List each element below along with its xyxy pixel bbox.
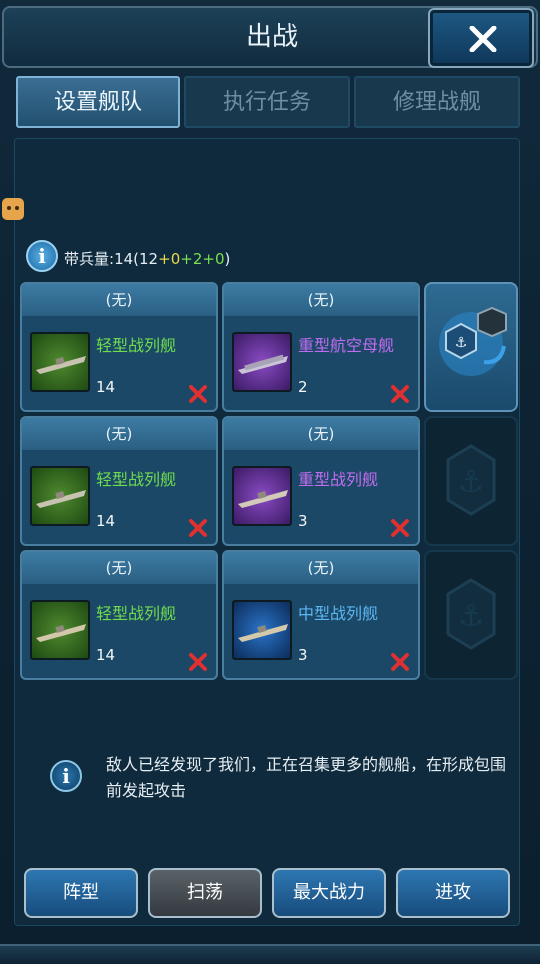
tab-repair-ships[interactable]: 修理战舰 xyxy=(354,76,520,128)
slot-commander: (无) xyxy=(224,284,418,316)
fleet-slot-4[interactable]: (无) 重型战列舰 3 xyxy=(222,416,420,546)
fleet-slot-1[interactable]: (无) 轻型战列舰 14 xyxy=(20,282,218,412)
svg-text:⚓: ⚓ xyxy=(458,465,485,500)
svg-text:⚓: ⚓ xyxy=(455,335,468,351)
sweep-button[interactable]: 扫荡 xyxy=(148,868,262,918)
bottom-border xyxy=(0,944,540,964)
troop-bonus-2: 2 xyxy=(192,250,203,268)
ship-name: 轻型战列舰 xyxy=(96,336,177,355)
battleship-icon xyxy=(238,490,288,508)
remove-icon[interactable] xyxy=(390,652,410,672)
troop-plus-1: + xyxy=(158,250,171,268)
ship-thumbnail xyxy=(30,332,90,392)
troop-close-paren: ) xyxy=(224,250,231,268)
troop-plus-3: + xyxy=(202,250,215,268)
remove-icon[interactable] xyxy=(188,518,208,538)
formation-button[interactable]: 阵型 xyxy=(24,868,138,918)
ship-thumbnail xyxy=(30,600,90,660)
tab-execute-mission[interactable]: 执行任务 xyxy=(184,76,350,128)
troop-info-icon[interactable]: i xyxy=(26,240,58,272)
ship-count: 14 xyxy=(96,378,116,396)
close-icon xyxy=(469,26,497,52)
ship-name: 中型战列舰 xyxy=(298,604,379,623)
battleship-icon xyxy=(36,624,86,642)
tab-setup-fleet[interactable]: 设置舰队 xyxy=(16,76,180,128)
slot-commander: (无) xyxy=(22,552,216,584)
close-button[interactable] xyxy=(428,8,534,68)
fleet-slot-3[interactable]: (无) 轻型战列舰 14 xyxy=(20,416,218,546)
troop-plus-2: + xyxy=(180,250,193,268)
fleet-slot-5[interactable]: (无) 轻型战列舰 14 xyxy=(20,550,218,680)
slot-commander: (无) xyxy=(22,284,216,316)
ship-count: 2 xyxy=(298,378,308,396)
remove-icon[interactable] xyxy=(188,652,208,672)
attack-button[interactable]: 进攻 xyxy=(396,868,510,918)
troop-total: 14 xyxy=(114,250,134,268)
ship-count: 14 xyxy=(96,512,116,530)
message-info-icon: i xyxy=(50,760,82,792)
formation-slot-locked: ⚓ xyxy=(424,416,518,546)
battleship-icon xyxy=(36,356,86,374)
slot-commander: (无) xyxy=(22,418,216,450)
anchor-badge-icon: ⚓ xyxy=(446,578,496,650)
ship-thumbnail xyxy=(232,600,292,660)
game-window: 出战 设置舰队 执行任务 修理战舰 i 带兵量:14(12+0+2+0) (无)… xyxy=(0,0,540,964)
troop-bonus-1: 0 xyxy=(170,250,181,268)
ship-count: 3 xyxy=(298,512,308,530)
svg-text:⚓: ⚓ xyxy=(458,599,485,634)
max-power-button[interactable]: 最大战力 xyxy=(272,868,386,918)
fleet-slot-2[interactable]: (无) 重型航空母舰 2 xyxy=(222,282,420,412)
troop-label: 带兵量: xyxy=(64,250,115,268)
ship-name: 重型战列舰 xyxy=(298,470,379,489)
cat-avatar-icon[interactable] xyxy=(2,198,24,220)
anchor-swap-icon: ⚓ xyxy=(439,306,507,376)
fleet-slot-6[interactable]: (无) 中型战列舰 3 xyxy=(222,550,420,680)
battleship-icon xyxy=(36,490,86,508)
remove-icon[interactable] xyxy=(390,384,410,404)
remove-icon[interactable] xyxy=(188,384,208,404)
slot-commander: (无) xyxy=(224,552,418,584)
battle-message: 敌人已经发现了我们，正在召集更多的舰船，在形成包围前发起攻击 xyxy=(106,755,507,800)
battleship-icon xyxy=(238,624,288,642)
slot-commander: (无) xyxy=(224,418,418,450)
ship-thumbnail xyxy=(232,466,292,526)
ship-name: 轻型战列舰 xyxy=(96,604,177,623)
ship-count: 14 xyxy=(96,646,116,664)
troop-base: 12 xyxy=(139,250,159,268)
anchor-badge-icon: ⚓ xyxy=(446,444,496,516)
ship-name: 轻型战列舰 xyxy=(96,470,177,489)
ship-name: 重型航空母舰 xyxy=(298,336,395,355)
ship-count: 3 xyxy=(298,646,308,664)
ship-thumbnail xyxy=(232,332,292,392)
troop-capacity: 带兵量:14(12+0+2+0) xyxy=(64,248,230,269)
carrier-icon xyxy=(238,354,288,374)
remove-icon[interactable] xyxy=(390,518,410,538)
formation-slot-locked: ⚓ xyxy=(424,550,518,680)
ship-thumbnail xyxy=(30,466,90,526)
title-bar: 出战 xyxy=(2,6,538,68)
formation-slot-active[interactable]: ⚓ xyxy=(424,282,518,412)
